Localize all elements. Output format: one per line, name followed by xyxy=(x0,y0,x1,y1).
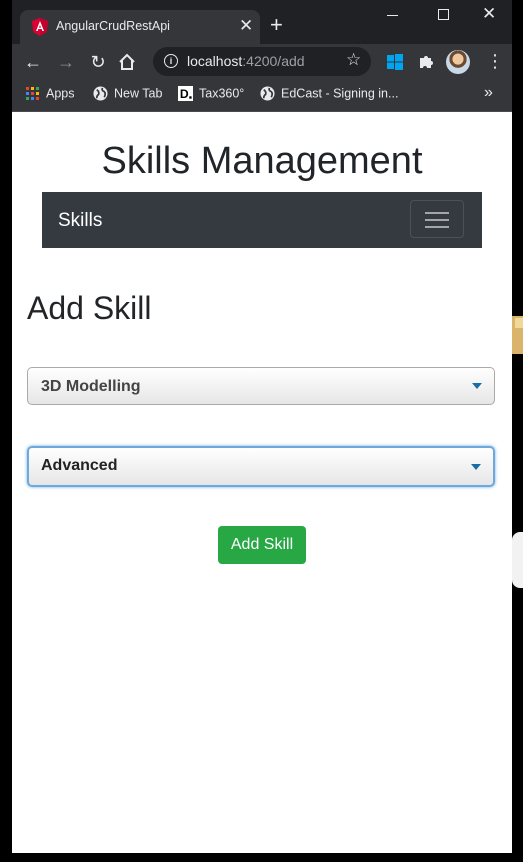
d-logo-icon: D xyxy=(178,86,193,102)
navbar: Skills xyxy=(42,192,482,248)
hamburger-icon-bar xyxy=(425,219,449,221)
page-content: Skills Management Skills Add Skill 3D Mo… xyxy=(12,112,512,853)
desktop-folder-tab xyxy=(515,318,523,328)
add-skill-button[interactable]: Add Skill xyxy=(218,526,306,564)
navbar-brand[interactable]: Skills xyxy=(58,210,102,232)
browser-menu-icon[interactable]: ⋮ xyxy=(486,48,504,74)
address-bar[interactable]: i localhost:4200/add ☆ xyxy=(153,47,371,76)
skill-select-value: 3D Modelling xyxy=(41,378,141,395)
bookmark-label: New Tab xyxy=(114,86,163,101)
form-heading: Add Skill xyxy=(27,290,152,326)
bookmark-apps[interactable]: Apps xyxy=(26,86,75,104)
globe-icon xyxy=(93,86,108,101)
bookmarks-bar: Apps New Tab D Tax360° EdCast - Signing … xyxy=(12,80,512,112)
bookmark-label: EdCast - Signing in... xyxy=(281,86,399,101)
maximize-icon[interactable] xyxy=(438,9,449,20)
angular-icon xyxy=(32,18,48,36)
window-close-icon[interactable]: ✕ xyxy=(482,4,496,24)
home-icon[interactable] xyxy=(118,53,136,71)
minimize-icon[interactable] xyxy=(387,15,398,16)
desktop-window-edge xyxy=(512,532,523,588)
globe-icon xyxy=(260,86,275,101)
bookmark-new-tab[interactable]: New Tab xyxy=(93,86,162,104)
tab-close-icon[interactable]: ✕ xyxy=(239,16,253,36)
level-select[interactable]: Advanced xyxy=(27,446,495,487)
browser-toolbar: ← → ↻ i localhost:4200/add ☆ ⋮ xyxy=(12,44,512,80)
bookmark-star-icon[interactable]: ☆ xyxy=(346,50,361,70)
bookmark-label: Tax360° xyxy=(199,86,245,101)
url-text: localhost:4200/add xyxy=(187,53,305,69)
extensions-puzzle-icon[interactable] xyxy=(416,52,436,72)
info-icon[interactable]: i xyxy=(164,54,178,68)
profile-avatar[interactable] xyxy=(446,50,470,74)
navbar-toggler-button[interactable] xyxy=(410,200,464,238)
hamburger-icon-bar xyxy=(425,212,449,214)
bookmarks-overflow-icon[interactable]: » xyxy=(484,84,493,102)
chevron-down-icon xyxy=(472,383,482,389)
reload-icon[interactable]: ↻ xyxy=(86,50,110,74)
level-select-value: Advanced xyxy=(41,457,118,474)
page-title: Skills Management xyxy=(101,140,423,182)
new-tab-button[interactable]: + xyxy=(270,13,283,37)
chevron-down-icon xyxy=(471,464,481,470)
url-host: localhost xyxy=(187,53,243,69)
windows-logo-icon[interactable] xyxy=(385,52,405,72)
bookmark-edcast[interactable]: EdCast - Signing in... xyxy=(260,86,398,104)
skill-select[interactable]: 3D Modelling xyxy=(27,367,495,405)
back-icon[interactable]: ← xyxy=(21,50,45,74)
bookmark-tax360[interactable]: D Tax360° xyxy=(178,86,244,104)
bookmark-label: Apps xyxy=(46,86,75,101)
hamburger-icon-bar xyxy=(425,226,449,228)
apps-grid-icon xyxy=(26,86,39,100)
forward-icon[interactable]: → xyxy=(54,50,78,74)
url-path: :4200/add xyxy=(242,53,305,69)
browser-window: AngularCrudRestApi ✕ + ✕ ← → ↻ i localho… xyxy=(12,0,512,853)
tab-title: AngularCrudRestApi xyxy=(56,19,170,33)
svg-text:D: D xyxy=(180,87,189,101)
browser-tab[interactable]: AngularCrudRestApi ✕ xyxy=(20,10,260,44)
tab-strip: AngularCrudRestApi ✕ + ✕ xyxy=(12,0,512,44)
